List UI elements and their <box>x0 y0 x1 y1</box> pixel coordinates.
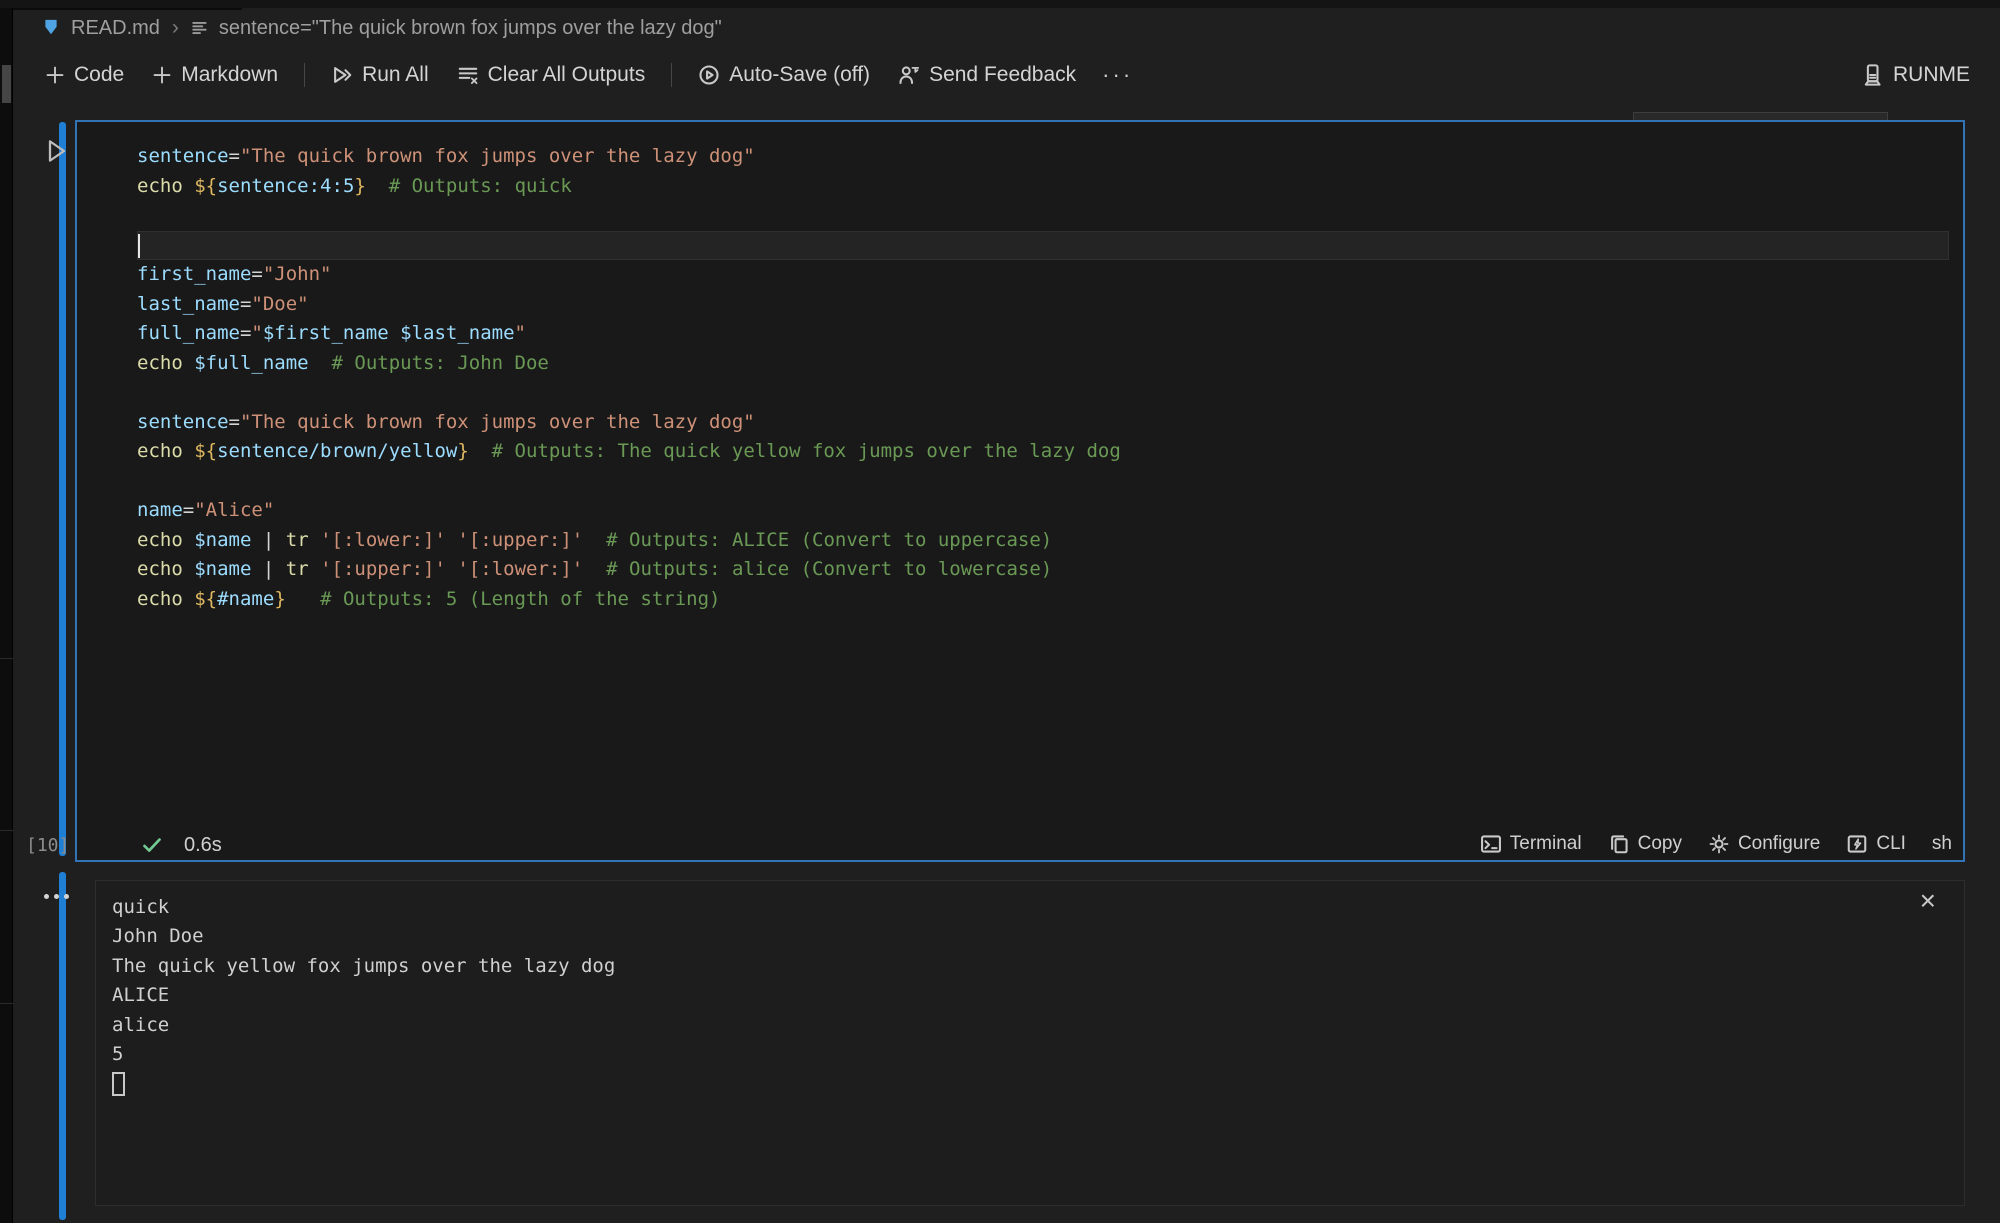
output-line: alice <box>112 1011 615 1040</box>
cell-language-indicator[interactable]: sh <box>1932 833 1952 855</box>
toolbar-divider <box>671 63 672 87</box>
code-lines: sentence="The quick brown fox jumps over… <box>137 142 1949 614</box>
output-selection-bar[interactable] <box>59 872 66 1220</box>
divider <box>0 1003 13 1004</box>
configure-button[interactable]: Configure <box>1708 833 1820 855</box>
output-line: The quick yellow fox jumps over the lazy… <box>112 952 615 981</box>
run-cell-button[interactable] <box>42 136 72 166</box>
code-line[interactable] <box>137 467 1949 497</box>
output-line: John Doe <box>112 922 615 951</box>
add-code-cell-button[interactable]: Code <box>35 57 134 93</box>
output-line: ALICE <box>112 981 615 1010</box>
feedback-person-icon <box>898 64 920 86</box>
run-all-button[interactable]: Run All <box>321 57 439 93</box>
code-line[interactable]: first_name="John" <box>137 260 1949 290</box>
success-check-icon <box>140 833 164 857</box>
breadcrumb: READ.md › sentence="The quick brown fox … <box>13 10 2000 46</box>
code-line[interactable]: sentence="The quick brown fox jumps over… <box>137 142 1949 172</box>
cli-button[interactable]: CLI <box>1846 833 1906 855</box>
send-feedback-button[interactable]: Send Feedback <box>888 57 1086 93</box>
terminal-cursor <box>112 1072 125 1096</box>
code-line[interactable]: echo $name | tr '[:upper:]' '[:lower:]' … <box>137 555 1949 585</box>
code-line[interactable]: echo ${sentence:4:5} # Outputs: quick <box>137 172 1949 202</box>
window-top-edge <box>0 0 2000 8</box>
breadcrumb-section[interactable]: sentence="The quick brown fox jumps over… <box>219 17 722 40</box>
breadcrumb-file[interactable]: READ.md <box>71 17 160 40</box>
code-line[interactable]: full_name="$first_name $last_name" <box>137 319 1949 349</box>
toolbar-more-button[interactable]: ··· <box>1094 62 1141 88</box>
output-more-actions-button[interactable] <box>44 894 69 899</box>
plus-icon <box>45 65 65 85</box>
cell-status-left: 0.6s <box>140 833 222 857</box>
cell-status-right: Terminal Copy Configure CLI sh <box>1480 833 1952 855</box>
cell-selection-bar[interactable] <box>59 122 66 856</box>
copy-button[interactable]: Copy <box>1608 833 1682 855</box>
output-line: quick <box>112 893 615 922</box>
code-line[interactable] <box>137 378 1949 408</box>
clear-all-outputs-button[interactable]: Clear All Outputs <box>447 57 656 93</box>
toolbar-divider <box>304 63 305 87</box>
execution-count: [10] <box>26 835 69 856</box>
auto-save-toggle[interactable]: Auto-Save (off) <box>688 57 880 93</box>
code-cell[interactable]: sentence="The quick brown fox jumps over… <box>75 120 1965 862</box>
code-line[interactable] <box>137 201 1949 231</box>
play-circle-icon <box>698 64 720 86</box>
code-line[interactable]: echo ${sentence/brown/yellow} # Outputs:… <box>137 437 1949 467</box>
output-line: 5 <box>112 1040 615 1069</box>
text-cursor <box>138 234 140 258</box>
terminal-button[interactable]: Terminal <box>1480 833 1582 855</box>
code-line[interactable]: sentence="The quick brown fox jumps over… <box>137 408 1949 438</box>
code-line[interactable]: echo ${#name} # Outputs: 5 (Length of th… <box>137 585 1949 615</box>
code-line[interactable]: echo $name | tr '[:lower:]' '[:upper:]' … <box>137 526 1949 556</box>
breadcrumb-separator: › <box>170 16 181 40</box>
code-line[interactable] <box>137 231 1949 261</box>
plus-icon <box>152 65 172 85</box>
markdown-file-icon <box>41 17 61 39</box>
code-line[interactable]: name="Alice" <box>137 496 1949 526</box>
runme-logo-icon <box>1861 63 1883 87</box>
code-line[interactable]: echo $full_name # Outputs: John Doe <box>137 349 1949 379</box>
run-all-icon <box>331 64 353 86</box>
add-markdown-cell-button[interactable]: Markdown <box>142 57 288 93</box>
output-lines: quickJohn DoeThe quick yellow fox jumps … <box>112 893 615 1096</box>
scrollbar-thumb[interactable] <box>2 65 11 103</box>
symbol-list-icon <box>191 19 209 37</box>
code-line[interactable]: last_name="Doe" <box>137 290 1949 320</box>
runme-notebook-window: { "breadcrumb": { "file": "READ.md", "se… <box>0 0 2000 1223</box>
cell-output: × quickJohn DoeThe quick yellow fox jump… <box>95 880 1965 1206</box>
runme-brand: RUNME <box>1861 46 1970 104</box>
clear-outputs-icon <box>457 64 479 86</box>
close-output-icon[interactable]: × <box>1920 887 1936 915</box>
divider <box>0 658 13 659</box>
activity-strip <box>0 8 13 1223</box>
execution-duration: 0.6s <box>184 834 222 857</box>
divider <box>0 830 13 831</box>
notebook-toolbar: Code Markdown Run All Clear All Outputs … <box>13 46 2000 104</box>
